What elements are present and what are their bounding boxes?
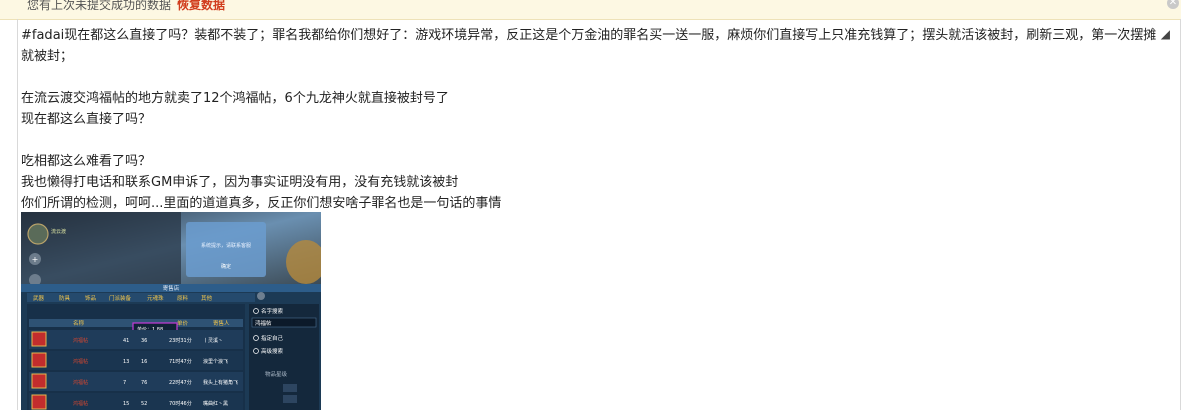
shop-title: 寄售店 bbox=[163, 284, 180, 292]
post-line: 吃相都这么难看了吗？ bbox=[21, 154, 152, 169]
shop-tab: 武器 bbox=[33, 294, 45, 302]
search-option: 高级搜索 bbox=[261, 347, 284, 355]
column-header: 单价 bbox=[177, 319, 189, 327]
draft-notice-bar: 您有上次未提交成功的数据 恢复数据 ✕ bbox=[0, 0, 1181, 20]
post-line: #fadai现在都这么直接了吗？装都不装了；罪名我都给你们想好了：游戏环境异常，… bbox=[21, 28, 1157, 64]
item-name: 鸿福帖 bbox=[73, 400, 88, 407]
game-screenshot[interactable]: 系统提示，请联系客服 确定 流云渡 + 寄售店 武器 防具 饰品 门派装备 元魂… bbox=[21, 212, 321, 410]
item-price: 52 bbox=[141, 401, 147, 407]
post-editor[interactable]: ◢ #fadai现在都这么直接了吗？装都不装了；罪名我都给你们想好了：游戏环境异… bbox=[17, 19, 1181, 410]
notice-message: 您有上次未提交成功的数据 bbox=[27, 0, 172, 12]
close-icon[interactable]: ✕ bbox=[1167, 0, 1179, 9]
item-time: 71时47分 bbox=[169, 358, 192, 365]
shop-tab: 防具 bbox=[59, 294, 71, 302]
item-qty: 13 bbox=[123, 359, 129, 365]
panel-close-icon bbox=[257, 292, 265, 300]
item-name: 鸿福帖 bbox=[73, 337, 88, 344]
shop-tab: 门派装备 bbox=[109, 294, 132, 302]
item-time: 22时47分 bbox=[169, 379, 192, 386]
column-header: 名称 bbox=[73, 319, 85, 327]
item-seller: 浪里个浪飞 bbox=[203, 358, 228, 365]
post-line: 我也懒得打电话和联系GM申诉了，因为事实证明没有用，没有充钱就该被封 bbox=[21, 175, 459, 190]
shop-tab: 其他 bbox=[201, 294, 213, 302]
item-time: 70时46分 bbox=[169, 400, 192, 407]
item-name: 鸿福帖 bbox=[73, 358, 88, 365]
name-search-label: 名字搜索 bbox=[261, 307, 284, 315]
item-price: 16 bbox=[141, 359, 147, 365]
item-qty: 7 bbox=[123, 380, 126, 386]
dialog-text: 系统提示，请联系客服 bbox=[201, 242, 251, 249]
item-seller: 我头上有猪角飞 bbox=[203, 379, 238, 386]
item-seller: 嘴曲红丶黑 bbox=[203, 400, 228, 407]
restore-data-link[interactable]: 恢复数据 bbox=[177, 0, 225, 12]
post-line: 你们所谓的检测，呵呵...里面的道道真多，反正你们想安啥子罪名也是一句话的事情 bbox=[21, 196, 502, 211]
search-query: 鸿福帖 bbox=[255, 319, 272, 327]
item-seller: 丨灵溪丶 bbox=[203, 337, 223, 344]
item-name: 鸿福帖 bbox=[73, 379, 88, 386]
column-header: 寄售人 bbox=[213, 319, 230, 327]
post-body[interactable]: #fadai现在都这么直接了吗？装都不装了；罪名我都给你们想好了：游戏环境异常，… bbox=[21, 25, 1165, 214]
item-price: 36 bbox=[141, 338, 147, 344]
plus-glyph: + bbox=[32, 255, 39, 264]
shop-tab: 饰品 bbox=[85, 294, 97, 302]
post-line: 现在都这么直接了吗？ bbox=[21, 112, 152, 127]
dialog-button: 确定 bbox=[221, 263, 231, 270]
item-time: 23时31分 bbox=[169, 337, 192, 344]
player-name: 流云渡 bbox=[51, 228, 66, 235]
shop-tab: 元魂珠 bbox=[147, 294, 164, 302]
shop-tab: 原料 bbox=[177, 294, 189, 302]
item-qty: 41 bbox=[123, 338, 129, 344]
item-qty: 15 bbox=[123, 401, 129, 407]
post-line: 在流云渡交鸿福帖的地方就卖了12个鸿福帖，6个九龙神火就直接被封号了 bbox=[21, 91, 449, 106]
player-avatar bbox=[27, 223, 49, 245]
search-option: 指定自己 bbox=[261, 334, 284, 342]
item-price: 76 bbox=[141, 380, 147, 386]
game-screenshot-svg: 系统提示，请联系客服 确定 流云渡 + 寄售店 武器 防具 饰品 门派装备 元魂… bbox=[21, 212, 321, 410]
grade-label: 物品星级 bbox=[265, 370, 288, 378]
draft-notice: 您有上次未提交成功的数据 恢复数据 bbox=[27, 0, 225, 11]
